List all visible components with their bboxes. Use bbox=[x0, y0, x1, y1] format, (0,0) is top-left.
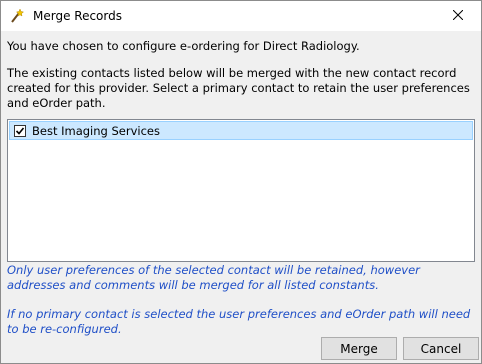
title-bar: Merge Records bbox=[1, 1, 481, 31]
contact-checkbox[interactable] bbox=[14, 124, 26, 137]
retained-note: Only user preferences of the selected co… bbox=[7, 263, 420, 292]
wand-icon bbox=[9, 8, 25, 24]
description-text: The existing contacts listed below will … bbox=[7, 66, 470, 110]
reconfigure-note: If no primary contact is selected the us… bbox=[7, 307, 471, 336]
close-icon bbox=[452, 9, 464, 23]
cancel-button[interactable]: Cancel bbox=[403, 337, 479, 360]
dialog-content: You have chosen to configure e-ordering … bbox=[1, 31, 481, 363]
contacts-list[interactable]: Best Imaging Services bbox=[7, 119, 475, 262]
checkmark-icon bbox=[15, 126, 25, 135]
contact-label: Best Imaging Services bbox=[32, 123, 160, 138]
intro-text: You have chosen to configure e-ordering … bbox=[7, 39, 360, 53]
merge-records-dialog: Merge Records You have chosen to configu… bbox=[0, 0, 482, 364]
merge-button[interactable]: Merge bbox=[321, 337, 397, 360]
window-title: Merge Records bbox=[33, 9, 122, 23]
close-button[interactable] bbox=[435, 1, 481, 31]
list-item[interactable]: Best Imaging Services bbox=[9, 121, 473, 140]
